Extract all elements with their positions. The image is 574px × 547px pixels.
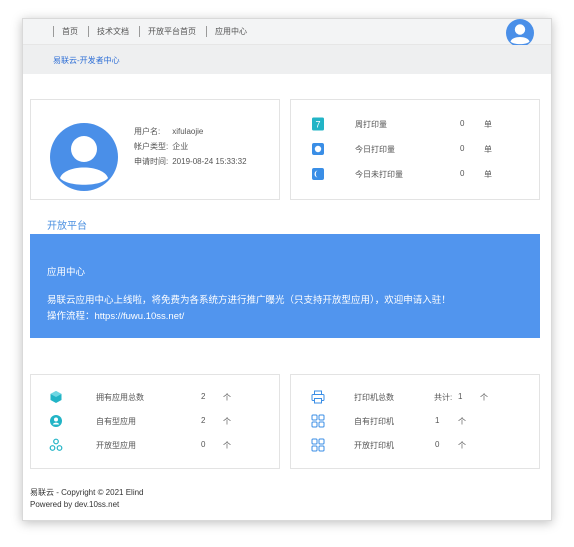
stat-label: 开放型应用 [96, 441, 136, 450]
stat-row: 自有型应用 2 个 [31, 414, 279, 428]
user-info-card: 用户名: xifulaojie 帐户类型: 企业 申请时间: 2019-08-24 1… [30, 99, 280, 200]
grid-icon [311, 438, 325, 452]
apply-date-label: 申请时间: [134, 157, 169, 166]
print-stats-card: 7 周打印量 0 单 今日打印量 0 单 今日未打印量 0 单 [290, 99, 540, 200]
printer-stats-card: 打印机总数 共计: 1 个 自有打印机 1 个 开放打印机 0 个 [290, 374, 540, 469]
nav-separator [139, 26, 140, 37]
stat-row: 今日打印量 0 单 [291, 142, 539, 156]
nav-item-docs[interactable]: 技术文档 [97, 26, 129, 37]
app-stats-card: 拥有应用总数 2 个 自有型应用 2 个 开放型应用 0 个 [30, 374, 280, 469]
stat-row: 7 周打印量 0 单 [291, 117, 539, 131]
stat-label: 今日打印量 [355, 145, 395, 154]
stat-count: 2 [201, 416, 206, 425]
username-label: 用户名: [134, 127, 161, 136]
section-title: 开放平台 [47, 221, 87, 232]
account-type-row: 帐户类型: 企业 [134, 141, 188, 152]
apply-date-row: 申请时间: 2019-08-24 15:33:32 [134, 156, 247, 167]
stat-unit: 个 [458, 417, 466, 426]
username-row: 用户名: xifulaojie [134, 126, 203, 137]
nav-item-home[interactable]: 首页 [62, 26, 78, 37]
stat-label: 自有型应用 [96, 417, 136, 426]
footer-powered-by[interactable]: Powered by dev.10ss.net [30, 500, 119, 509]
stat-label: 打印机总数 [354, 393, 394, 402]
cube-icon [50, 391, 62, 403]
stat-row: 拥有应用总数 2 个 [31, 390, 279, 404]
stat-prefix: 共计: [434, 393, 453, 402]
stat-unit: 个 [223, 441, 231, 450]
svg-text:7: 7 [315, 120, 320, 130]
stat-unit: 个 [480, 393, 488, 402]
stat-count: 1 [435, 416, 440, 425]
stat-count: 0 [460, 169, 465, 178]
stat-count: 0 [435, 440, 440, 449]
stat-count: 0 [201, 440, 206, 449]
stat-row: 开放打印机 0 个 [291, 438, 539, 452]
stat-row: 自有打印机 1 个 [291, 414, 539, 428]
stat-label: 周打印量 [355, 120, 387, 129]
nav-separator [88, 26, 89, 37]
stat-count: 2 [201, 392, 206, 401]
apply-date-value: 2019-08-24 15:33:32 [172, 157, 247, 166]
today-printed-icon [312, 143, 324, 155]
stat-count: 0 [460, 144, 465, 153]
calendar-7-icon: 7 [312, 117, 324, 131]
stat-count: 1 [458, 392, 463, 401]
stat-row: 今日未打印量 0 单 [291, 167, 539, 181]
breadcrumb-bar: 易联云-开发者中心 [23, 45, 551, 74]
banner-text: 易联云应用中心上线啦，将免费为各系统方进行推广曝光（只支持开放型应用），欢迎申请… [47, 295, 451, 306]
nav-item-app-center[interactable]: 应用中心 [215, 26, 247, 37]
account-type-label: 帐户类型: [134, 142, 169, 151]
stat-label: 自有打印机 [354, 417, 394, 426]
app-window: 首页 技术文档 开放平台首页 应用中心 易联云-开发者中心 用户名: xifula… [22, 18, 552, 521]
user-circle-icon [50, 415, 62, 427]
user-avatar-icon [50, 123, 118, 191]
stat-row: 打印机总数 共计: 1 个 [291, 390, 539, 404]
nav-separator [206, 26, 207, 37]
nav-item-open-platform[interactable]: 开放平台首页 [148, 26, 196, 37]
banner-link[interactable]: 操作流程：https://fuwu.10ss.net/ [47, 308, 184, 322]
stat-unit: 个 [223, 393, 231, 402]
top-nav: 首页 技术文档 开放平台首页 应用中心 [23, 19, 551, 47]
stat-unit: 单 [484, 170, 492, 179]
share-nodes-icon [49, 438, 63, 451]
account-type-value: 企业 [172, 142, 189, 151]
printer-icon [311, 390, 325, 404]
user-avatar-icon[interactable] [506, 19, 534, 47]
stat-unit: 个 [223, 417, 231, 426]
footer-copyright: 易联云 - Copyright © 2021 Elind [30, 488, 144, 497]
stat-count: 0 [460, 119, 465, 128]
stat-label: 开放打印机 [354, 441, 394, 450]
app-center-banner: 应用中心 易联云应用中心上线啦，将免费为各系统方进行推广曝光（只支持开放型应用）… [30, 234, 540, 338]
banner-title: 应用中心 [47, 267, 86, 278]
stat-unit: 个 [458, 441, 466, 450]
stat-unit: 单 [484, 145, 492, 154]
today-unprinted-icon [312, 168, 324, 180]
stat-label: 今日未打印量 [355, 170, 403, 179]
grid-icon [311, 414, 325, 428]
username-value: xifulaojie [172, 127, 204, 136]
stat-row: 开放型应用 0 个 [31, 438, 279, 452]
nav-separator [53, 26, 54, 37]
breadcrumb[interactable]: 易联云-开发者中心 [53, 55, 120, 66]
stat-unit: 单 [484, 120, 492, 129]
stat-label: 拥有应用总数 [96, 393, 144, 402]
